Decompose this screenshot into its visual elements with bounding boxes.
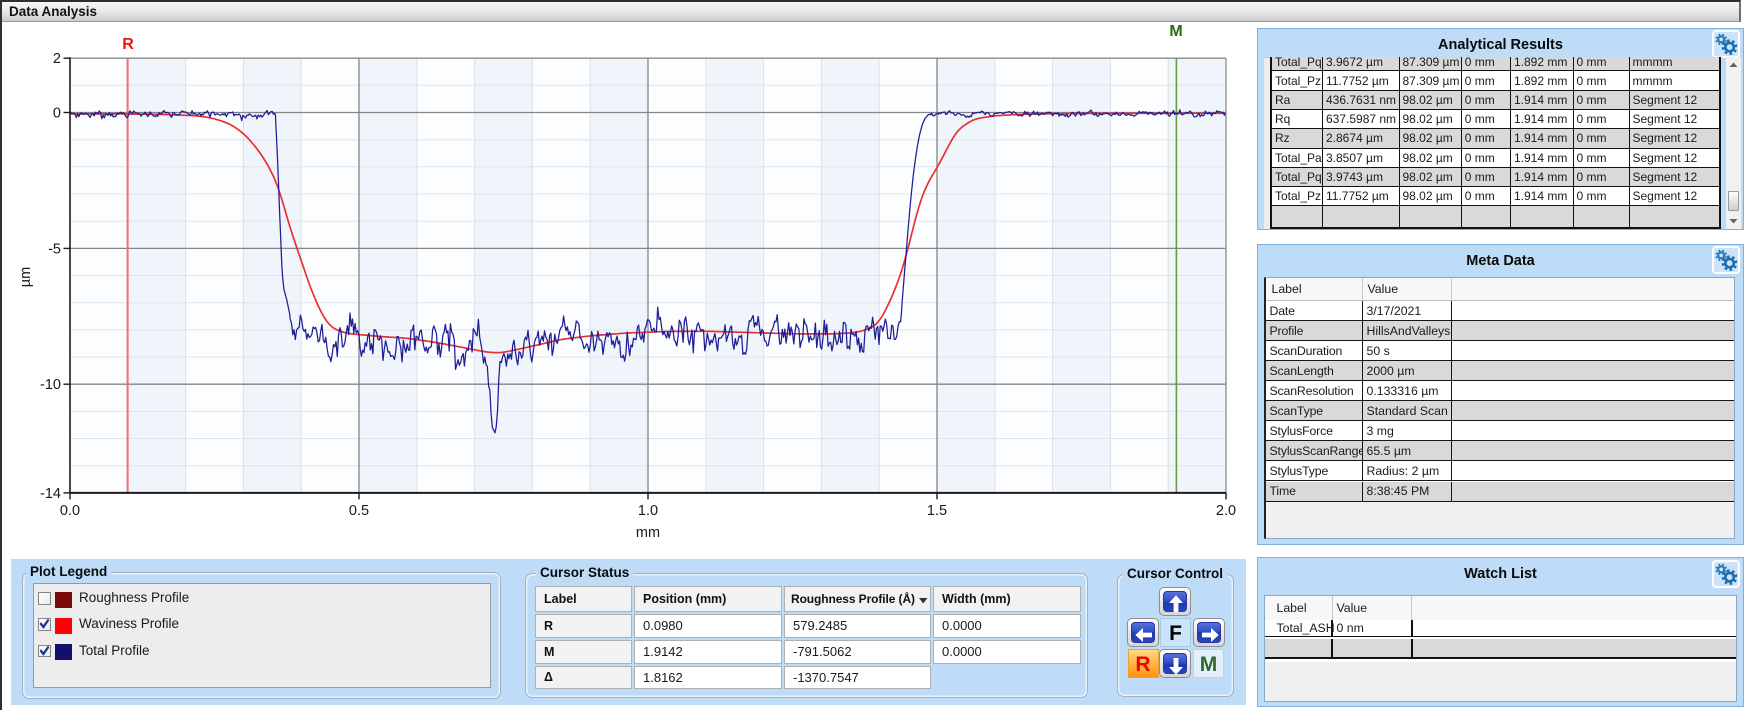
svg-text:0.0: 0.0 bbox=[60, 503, 80, 519]
svg-text:0: 0 bbox=[53, 106, 61, 122]
svg-text:2: 2 bbox=[53, 51, 61, 67]
svg-text:-5: -5 bbox=[48, 241, 61, 257]
svg-text:M: M bbox=[1169, 23, 1182, 40]
svg-text:2.0: 2.0 bbox=[1216, 503, 1236, 519]
svg-text:R: R bbox=[122, 36, 134, 53]
svg-text:1.0: 1.0 bbox=[638, 503, 658, 519]
svg-text:0.5: 0.5 bbox=[349, 503, 369, 519]
svg-text:mm: mm bbox=[636, 525, 660, 541]
svg-text:µm: µm bbox=[18, 267, 34, 287]
svg-text:-10: -10 bbox=[40, 377, 61, 393]
svg-text:-14: -14 bbox=[40, 486, 61, 502]
svg-text:1.5: 1.5 bbox=[927, 503, 947, 519]
